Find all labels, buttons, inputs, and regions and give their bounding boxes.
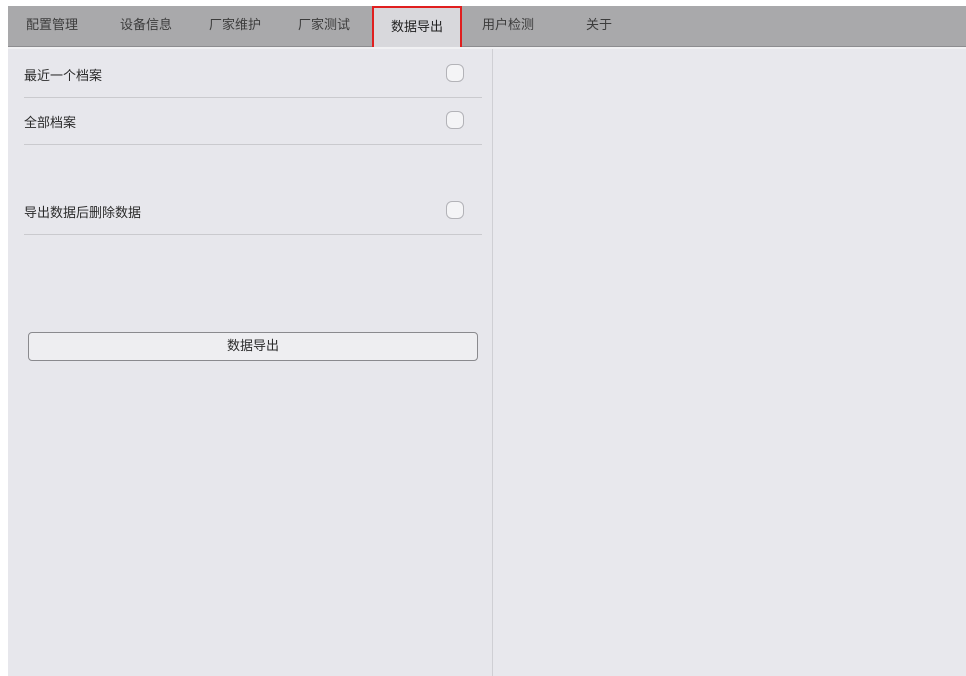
tab-user-detection[interactable]: 用户检测 (482, 6, 534, 46)
option-row-delete-after-export[interactable]: 导出数据后删除数据 (24, 188, 482, 235)
tab-data-export[interactable]: 数据导出 (372, 6, 462, 48)
export-options-pane: 最近一个档案 全部档案 导出数据后删除数据 数据导出 (8, 49, 492, 676)
data-export-button[interactable]: 数据导出 (28, 332, 478, 361)
detail-pane (493, 49, 966, 676)
tab-device-info[interactable]: 设备信息 (120, 6, 172, 46)
option-row-recent-file[interactable]: 最近一个档案 (24, 51, 482, 98)
tab-vendor-test[interactable]: 厂家测试 (298, 6, 350, 46)
delete-after-export-label: 导出数据后删除数据 (24, 206, 142, 221)
recent-file-checkbox[interactable] (446, 64, 464, 82)
tab-about[interactable]: 关于 (586, 6, 612, 46)
recent-file-label: 最近一个档案 (24, 69, 103, 84)
app-window: 配置管理 设备信息 厂家维护 厂家测试 数据导出 用户检测 关于 最近一个档案 … (8, 6, 966, 676)
tab-config-management[interactable]: 配置管理 (26, 6, 78, 46)
tab-bar: 配置管理 设备信息 厂家维护 厂家测试 数据导出 用户检测 关于 (8, 6, 966, 48)
tab-vendor-maintenance[interactable]: 厂家维护 (209, 6, 261, 46)
all-files-checkbox[interactable] (446, 111, 464, 129)
all-files-label: 全部档案 (24, 116, 77, 131)
delete-after-export-checkbox[interactable] (446, 201, 464, 219)
option-row-all-files[interactable]: 全部档案 (24, 98, 482, 145)
